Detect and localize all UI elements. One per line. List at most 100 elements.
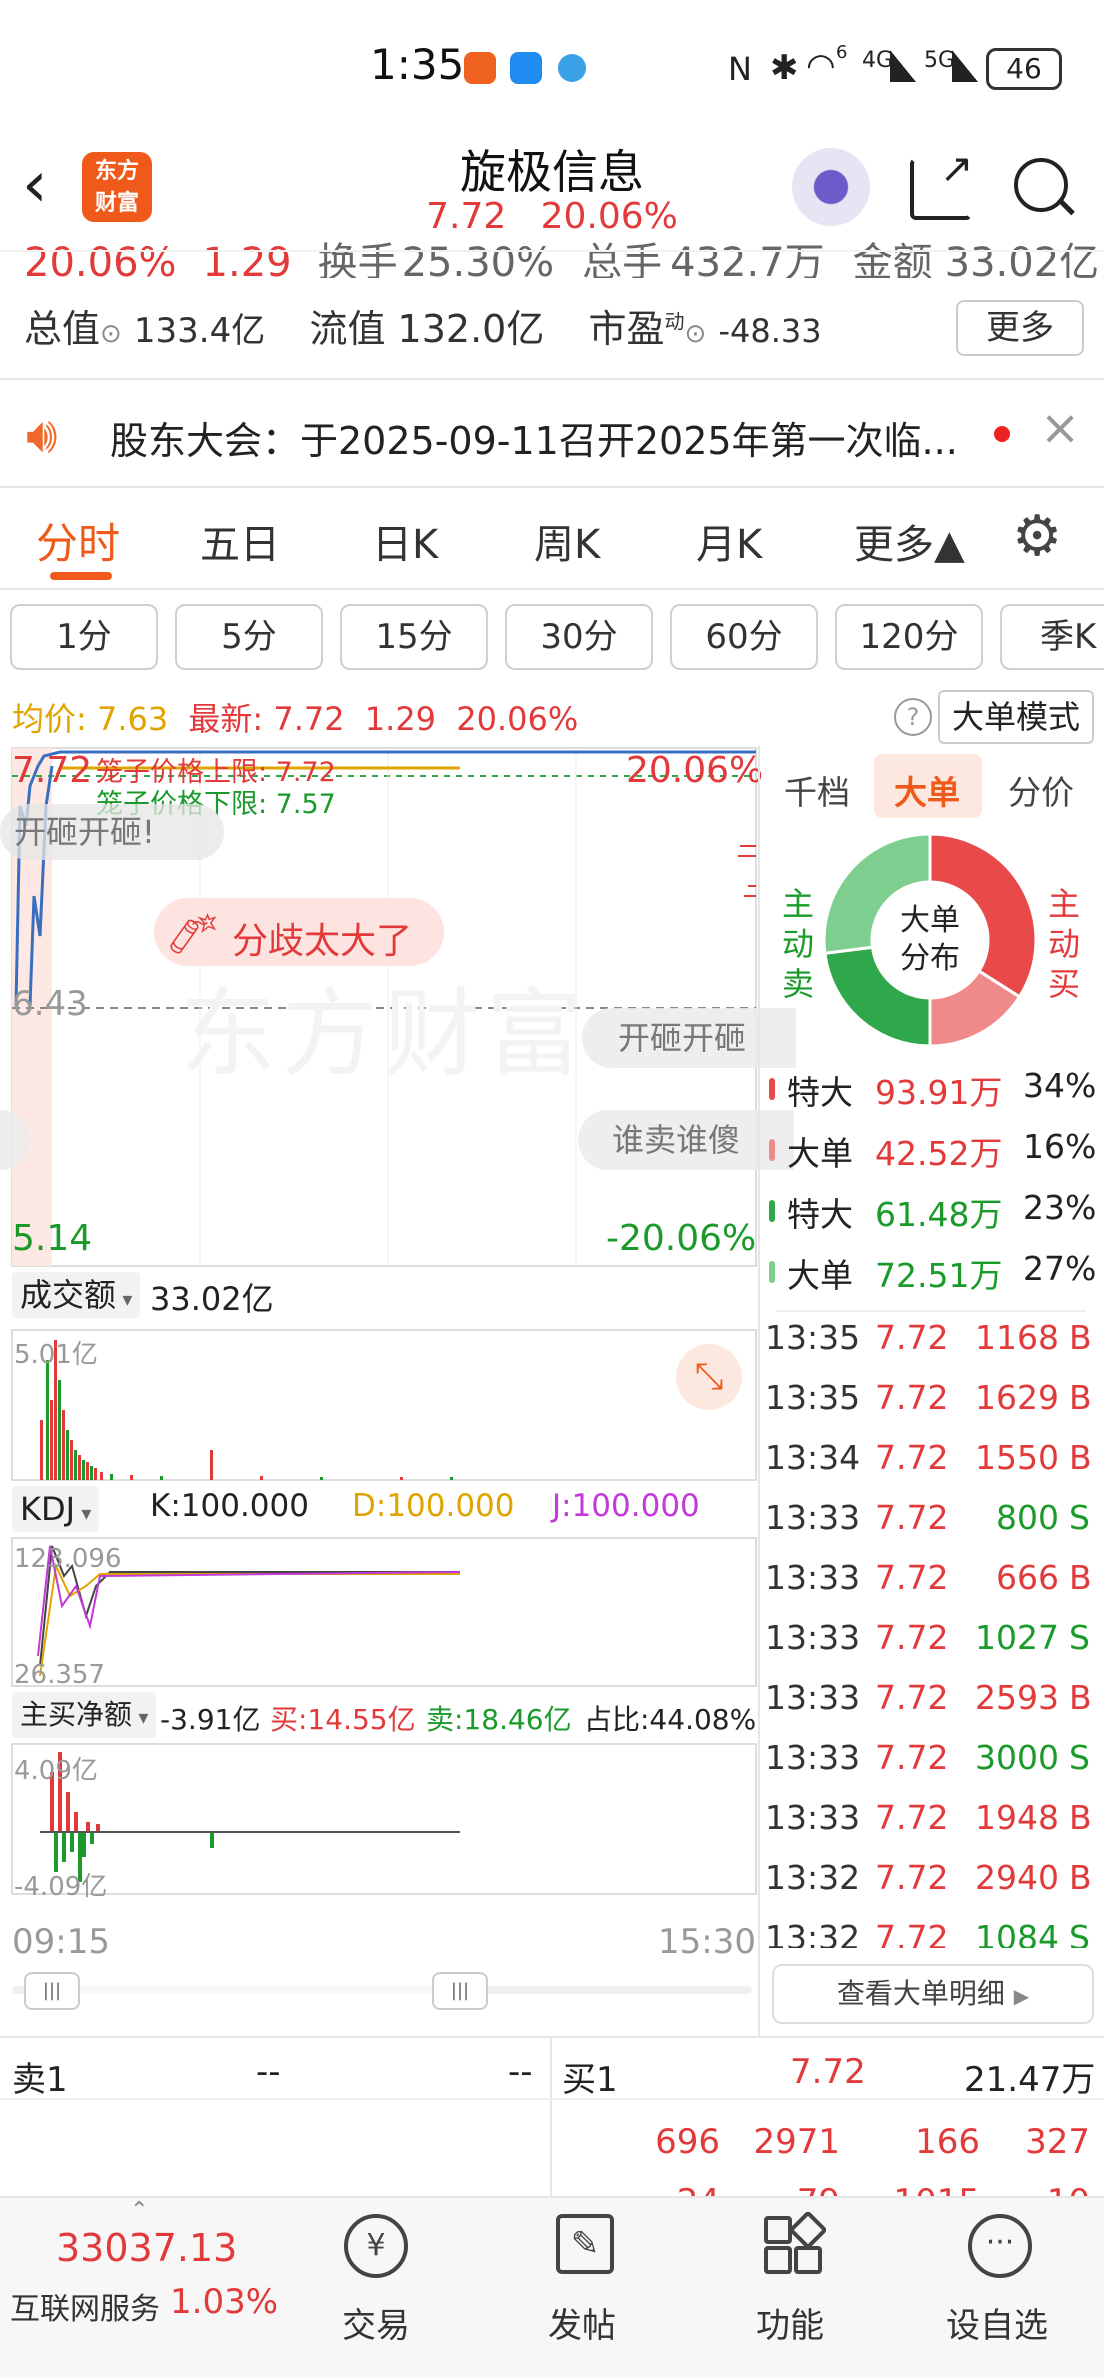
quote-stat: 1.29 [202,240,292,278]
side-tab-levels[interactable]: 千档 [784,766,850,814]
tab-active-underline [50,572,112,580]
function-grid-icon[interactable] [764,2210,828,2274]
tab-month-k[interactable]: 月K [696,512,762,570]
donut-center-text: 大单 分布 [880,902,980,978]
tab-intraday[interactable]: 分时 [36,510,120,571]
tab-week-k[interactable]: 周K [534,512,600,570]
divider [0,2098,1104,2100]
interval-tab[interactable]: 30分 [505,604,653,670]
back-arrow-icon[interactable]: ‹ [22,148,48,222]
active-buy-char: 主 [1047,885,1080,923]
trade-row: 13:35 7.72 1629 B [765,1378,1095,1438]
interval-tab[interactable]: 15分 [340,604,488,670]
trade-side: B [1069,1438,1092,1477]
interval-tab[interactable]: 1分 [10,604,158,670]
trade-side: B [1069,1378,1092,1417]
more-dots-icon[interactable]: ··· [968,2214,1032,2278]
distribution-color-bar [769,1261,775,1283]
range-slider-handle-left[interactable]: ||| [24,1972,80,2010]
side-tab-big-order[interactable]: 大单 [894,766,960,814]
gear-icon[interactable]: ⚙ [1012,504,1062,569]
speaker-icon: 🔊︎ [26,406,58,464]
post-icon[interactable]: ✎ [556,2214,614,2274]
trade-vol: 1027 [975,1618,1059,1657]
queue-volume: 2971 [753,2122,840,2162]
big-order-mode-button[interactable]: 大单模式 [938,690,1094,744]
trade-price: 7.72 [875,1678,949,1717]
queue-volume: 166 [915,2122,980,2162]
distribution-amount: 93.91万 [875,1073,1003,1112]
app-logo[interactable]: 东方 财富 [82,152,152,222]
trade-vol: 2593 [975,1678,1059,1717]
comment-bubble[interactable]: 开砸开砸! [0,804,224,860]
divider [776,1310,1086,1312]
volume-label: 成交额 [20,1276,117,1314]
trade-icon[interactable]: ¥ [344,2214,408,2278]
trade-side: S [1069,1498,1090,1537]
trade-vol: 1550 [975,1438,1059,1477]
header-bar: ‹ 东方 财富 旋极信息 7.72 20.06% ↗ [0,130,1104,252]
trade-row: 13:33 7.72 666 B [765,1558,1095,1618]
comment-bubble[interactable]: 开砸开砸 [582,1008,796,1068]
nav-add-watchlist[interactable]: 设自选 [946,2298,1048,2347]
index-value[interactable]: 33037.13 [56,2226,237,2270]
comment-bubble[interactable]: 谁卖谁傻 [578,1110,794,1170]
interval-tab[interactable]: 季K [1000,604,1104,670]
interval-tab[interactable]: 120分 [835,604,983,670]
app-logo-text: 财富 [94,191,139,216]
more-button[interactable]: 更多 [956,300,1084,356]
index-up-arrow-icon: ⌃ [130,2198,149,2223]
info-line: 均价: 7.63 最新: 7.72 1.29 20.06% [12,694,892,740]
info-icon: ⊙ [100,319,122,349]
app-notification-icon [510,52,542,84]
price-low-label: 5.14 [12,1218,93,1259]
distribution-pct: 23% [1023,1188,1097,1227]
share-icon: ↗ [940,146,974,192]
nav-trade[interactable]: 交易 [342,2298,410,2347]
active-buy-char: 买 [1047,965,1080,1003]
range-slider-handle-right[interactable]: ||| [432,1972,488,2010]
trade-price: 7.72 [875,1738,949,1777]
nav-function[interactable]: 功能 [756,2298,824,2347]
quote-stat: 总手 [582,240,663,278]
distribution-row: 大单 42.52万 16% [765,1127,1097,1183]
status-bar: 1:35 N ✱ ◠ 6 4G 5G 46 [0,0,1104,130]
tab-five-day[interactable]: 五日 [200,512,280,570]
interval-tab[interactable]: 60分 [670,604,818,670]
firecracker-icon: 🧨︎ [168,911,219,957]
notice-dot [994,426,1010,442]
quote-stat: 25.30% [401,240,555,278]
trade-price: 7.72 [875,1438,949,1477]
buy1-price: 7.72 [790,2052,866,2092]
quote-stat: 20.06% [24,240,177,278]
trade-side: B [1069,1678,1092,1717]
view-detail-button[interactable]: 查看大单明细 ▶ [772,1964,1094,2024]
trade-row: 13:34 7.72 1550 B [765,1438,1095,1498]
side-tab-price-split[interactable]: 分价 [1008,766,1074,814]
distribution-pct: 16% [1023,1127,1097,1166]
close-icon[interactable]: × [1040,400,1080,456]
trade-row: 13:33 7.72 3000 S [765,1738,1095,1798]
interval-tab[interactable]: 5分 [175,604,323,670]
distribution-color-bar [769,1139,775,1161]
status-time: 1:35 [370,40,465,89]
dropdown-icon: ▾ [116,1287,133,1311]
robot-assistant-icon[interactable] [792,148,870,226]
distribution-pct: 34% [1023,1066,1097,1105]
trade-time: 13:35 [765,1378,861,1417]
buy1-volume: 21.47万 [964,2060,1096,2100]
volume-selector[interactable]: 成交额 ▾ [12,1272,141,1318]
quote-stat: 432.7万 [670,240,825,278]
total-value-label: 总值 [24,307,101,351]
tab-more[interactable]: 更多▲ [854,512,965,570]
tab-day-k[interactable]: 日K [372,512,438,570]
help-icon[interactable]: ? [894,698,932,736]
view-detail-label: 查看大单明细 [836,1977,1005,2010]
nav-post[interactable]: 发帖 [548,2298,616,2347]
index-name[interactable]: 互联网服务 [10,2284,160,2328]
notice-bar[interactable]: 🔊︎ 股东大会：于2025-09-11召开2025年第一次临... × [0,380,1104,486]
stock-title: 旋极信息 [460,145,644,199]
distribution-row: 大单 72.51万 27% [765,1249,1096,1305]
trade-vol: 1084 [975,1918,1059,1948]
trade-list[interactable]: 13:35 7.72 1168 B 13:35 7.72 1629 B 13:34 7.72 155… [0,1318,1104,1948]
